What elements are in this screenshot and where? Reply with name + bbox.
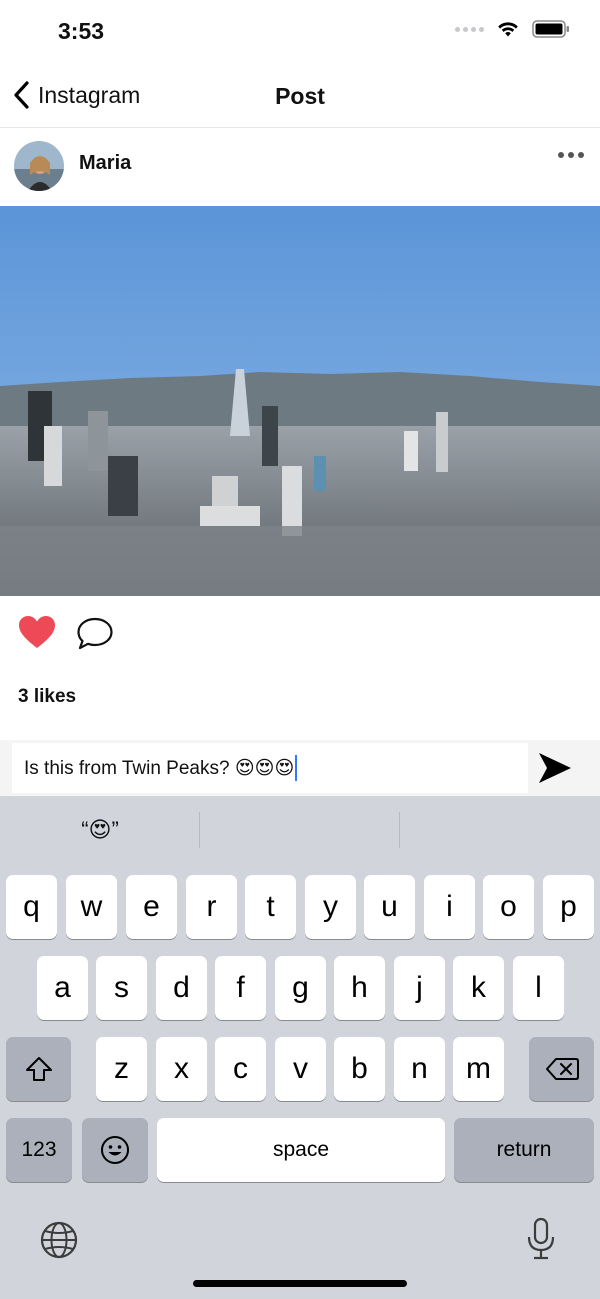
emoji-icon: [101, 1136, 129, 1164]
return-key[interactable]: return: [454, 1118, 594, 1182]
page-title: Post: [275, 83, 325, 109]
key-s[interactable]: s: [96, 956, 147, 1020]
key-y[interactable]: y: [305, 875, 356, 939]
suggestion-bar: “😍”: [0, 796, 600, 864]
shift-key[interactable]: [6, 1037, 71, 1101]
key-v[interactable]: v: [275, 1037, 326, 1101]
key-m[interactable]: m: [453, 1037, 504, 1101]
battery-icon: [532, 20, 569, 38]
avatar[interactable]: [14, 141, 64, 191]
suggestion-item[interactable]: [400, 796, 600, 864]
post-username[interactable]: Maria: [79, 152, 131, 175]
comment-icon[interactable]: [76, 616, 114, 657]
numbers-key[interactable]: 123: [6, 1118, 72, 1182]
key-t[interactable]: t: [245, 875, 296, 939]
key-h[interactable]: h: [334, 956, 385, 1020]
status-icons: [455, 20, 570, 38]
suggestion-item[interactable]: [200, 796, 400, 864]
home-indicator: [193, 1280, 407, 1287]
emoji-key[interactable]: [82, 1118, 148, 1182]
signal-icon: [455, 26, 484, 32]
key-k[interactable]: k: [453, 956, 504, 1020]
key-z[interactable]: z: [96, 1037, 147, 1101]
key-o[interactable]: o: [483, 875, 534, 939]
backspace-icon: [545, 1058, 579, 1080]
key-f[interactable]: f: [215, 956, 266, 1020]
post-actions: [0, 596, 600, 672]
shift-icon: [25, 1057, 52, 1081]
key-n[interactable]: n: [394, 1037, 445, 1101]
keyboard: “😍” q w e r t y u i o p a s d f g h j k …: [0, 796, 600, 1299]
key-a[interactable]: a: [37, 956, 88, 1020]
globe-icon[interactable]: [39, 1220, 79, 1265]
key-i[interactable]: i: [424, 875, 475, 939]
nav-bar: Instagram Post: [0, 64, 600, 128]
key-x[interactable]: x: [156, 1037, 207, 1101]
key-p[interactable]: p: [543, 875, 594, 939]
key-c[interactable]: c: [215, 1037, 266, 1101]
wifi-icon: [498, 22, 518, 37]
space-key[interactable]: space: [157, 1118, 445, 1182]
key-g[interactable]: g: [275, 956, 326, 1020]
key-b[interactable]: b: [334, 1037, 385, 1101]
post-photo[interactable]: [0, 206, 600, 596]
key-w[interactable]: w: [66, 875, 117, 939]
key-l[interactable]: l: [513, 956, 564, 1020]
comment-input[interactable]: Is this from Twin Peaks? 😍😍😍: [12, 743, 528, 793]
status-time: 3:53: [58, 18, 105, 44]
heart-icon[interactable]: [18, 615, 56, 654]
key-u[interactable]: u: [364, 875, 415, 939]
key-e[interactable]: e: [126, 875, 177, 939]
status-bar: 3:53: [0, 0, 600, 64]
comment-text: Is this from Twin Peaks? 😍😍😍: [24, 757, 295, 779]
delete-key[interactable]: [529, 1037, 594, 1101]
key-j[interactable]: j: [394, 956, 445, 1020]
suggestion-item[interactable]: “😍”: [0, 796, 200, 864]
comment-bar: Is this from Twin Peaks? 😍😍😍: [0, 740, 600, 796]
likes-count[interactable]: 3 likes: [18, 686, 76, 708]
key-d[interactable]: d: [156, 956, 207, 1020]
microphone-icon[interactable]: [525, 1216, 557, 1267]
key-r[interactable]: r: [186, 875, 237, 939]
key-q[interactable]: q: [6, 875, 57, 939]
more-horizontal-icon[interactable]: [558, 152, 584, 158]
send-icon[interactable]: [537, 751, 573, 790]
post-header: Maria: [0, 128, 600, 206]
text-caret: [295, 755, 298, 781]
